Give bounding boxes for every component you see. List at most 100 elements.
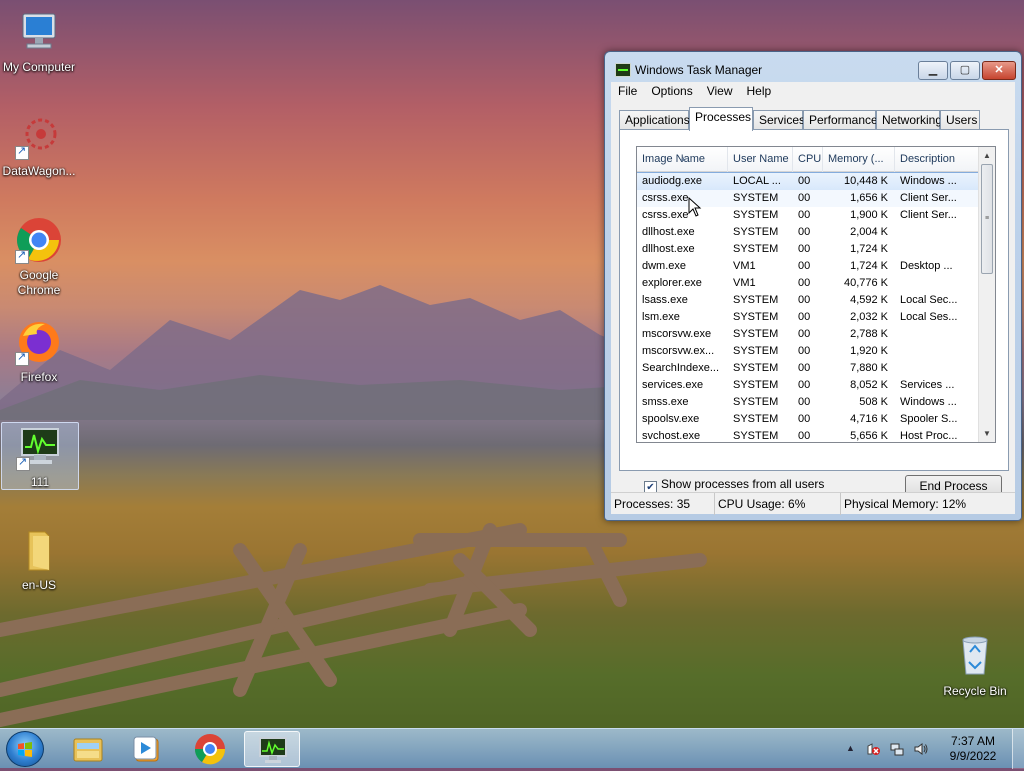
scroll-down-arrow-icon[interactable]: ▼	[979, 425, 995, 442]
show-hidden-icons-arrow[interactable]: ▲	[846, 743, 855, 753]
task-manager-shortcut-icon	[16, 423, 64, 471]
menu-view[interactable]: View	[700, 82, 740, 98]
media-player-icon	[133, 736, 159, 762]
menu-help[interactable]: Help	[740, 82, 779, 98]
tab-applications[interactable]: Applications	[619, 110, 690, 130]
menu-bar: File Options View Help	[611, 82, 1015, 102]
recycle-bin-icon	[951, 632, 999, 680]
taskbar: ▲ 7:37 AM 9/9/2022	[0, 728, 1024, 769]
folder-icon	[15, 526, 63, 574]
table-row[interactable]: svchost.exe SYSTEM 00 5,656 K Host Proc...	[637, 428, 980, 442]
desktop-icon-label: Recycle Bin	[943, 684, 1007, 698]
taskbar-task-manager[interactable]	[244, 731, 300, 767]
taskbar-google-chrome[interactable]	[182, 731, 238, 767]
sort-ascending-icon: ▲	[679, 154, 687, 163]
tab-networking[interactable]: Networking	[876, 110, 942, 130]
tab-users[interactable]: Users	[940, 110, 980, 130]
status-physical-memory: Physical Memory: 12%	[844, 497, 967, 511]
status-processes: Processes: 35	[611, 493, 715, 515]
tab-processes[interactable]: Processes	[689, 107, 753, 131]
desktop-icon-label: My Computer	[2, 60, 76, 74]
shortcut-overlay-icon	[15, 248, 29, 264]
close-button[interactable]: ✕	[982, 61, 1016, 80]
chrome-icon	[15, 216, 63, 264]
system-tray: ▲ 7:37 AM 9/9/2022	[840, 729, 1024, 769]
scroll-up-arrow-icon[interactable]: ▲	[979, 147, 995, 164]
title-bar[interactable]: Windows Task Manager ▁ ▢ ✕	[605, 52, 1021, 82]
shortcut-overlay-icon	[15, 144, 29, 160]
menu-options[interactable]: Options	[644, 82, 699, 98]
windows-logo-icon	[18, 742, 32, 757]
desktop-icon-google-chrome[interactable]: Google Chrome	[0, 216, 78, 298]
shortcut-overlay-icon	[16, 455, 30, 471]
checkbox-label: Show processes from all users	[661, 477, 825, 491]
task-manager-icon	[615, 63, 631, 77]
menu-file[interactable]: File	[611, 82, 644, 98]
desktop-icon-label: en-US	[21, 578, 56, 592]
datawagon-icon	[15, 112, 63, 160]
desktop-icon-datawagon[interactable]: DataWagon...	[0, 112, 78, 179]
action-center-icon[interactable]	[866, 742, 880, 756]
table-row[interactable]: dwm.exe VM1 00 1,724 K Desktop ...	[637, 258, 980, 275]
desktop-icon-label: Firefox	[20, 370, 58, 384]
volume-icon[interactable]	[914, 742, 928, 756]
window-title: Windows Task Manager	[635, 63, 763, 77]
process-list[interactable]: ▲ Image Name User Name CPU Memory (... De…	[636, 146, 996, 443]
window-client-area: Applications Processes Services Performa…	[611, 102, 1015, 498]
table-row[interactable]: mscorsvw.exe SYSTEM 00 2,788 K	[637, 326, 980, 343]
desktop-icon-111[interactable]: 111	[1, 422, 79, 490]
clock[interactable]: 7:37 AM 9/9/2022	[940, 734, 1006, 764]
network-icon[interactable]	[890, 742, 904, 756]
firefox-icon	[15, 318, 63, 366]
desktop-icon-en-us[interactable]: en-US	[0, 526, 78, 593]
column-header-user-name[interactable]: User Name	[728, 147, 793, 172]
show-desktop-button[interactable]	[1012, 729, 1024, 769]
desktop-icon-label: Google Chrome	[17, 268, 61, 297]
taskbar-windows-explorer[interactable]	[60, 731, 116, 767]
desktop-icon-label: DataWagon...	[2, 164, 76, 178]
table-row[interactable]: services.exe SYSTEM 00 8,052 K Services ...	[637, 377, 980, 394]
scrollbar-thumb[interactable]: ≡	[981, 164, 993, 274]
task-manager-window[interactable]: Windows Task Manager ▁ ▢ ✕ File Options Vi…	[604, 51, 1022, 521]
windows-explorer-icon	[73, 738, 103, 762]
computer-icon	[15, 8, 63, 56]
table-row[interactable]: lsm.exe SYSTEM 00 2,032 K Local Ses...	[637, 309, 980, 326]
desktop-icon-my-computer[interactable]: My Computer	[0, 8, 78, 75]
table-row[interactable]: audiodg.exe LOCAL ... 00 10,448 K Windows ..…	[637, 172, 981, 191]
table-row[interactable]: lsass.exe SYSTEM 00 4,592 K Local Sec...	[637, 292, 980, 309]
desktop-icon-firefox[interactable]: Firefox	[0, 318, 78, 385]
wallpaper-fence	[0, 523, 707, 727]
table-row[interactable]: mscorsvw.ex... SYSTEM 00 1,920 K	[637, 343, 980, 360]
column-header-cpu[interactable]: CPU	[793, 147, 823, 172]
column-header-row: ▲ Image Name User Name CPU Memory (... De…	[637, 147, 980, 172]
clock-date: 9/9/2022	[949, 749, 997, 763]
taskbar-media-player[interactable]	[120, 731, 176, 767]
status-bar: Processes: 35 CPU Usage: 6% Physical Mem…	[611, 492, 1015, 515]
mouse-cursor-icon	[688, 197, 702, 217]
shortcut-overlay-icon	[15, 350, 29, 366]
status-cpu-usage: CPU Usage: 6%	[715, 493, 841, 515]
column-header-description[interactable]: Description	[895, 147, 980, 172]
tab-performance[interactable]: Performance	[803, 110, 878, 130]
minimize-button[interactable]: ▁	[918, 61, 948, 80]
column-header-memory[interactable]: Memory (...	[823, 147, 895, 172]
start-button[interactable]	[6, 731, 44, 767]
grip-icon: ≡	[985, 215, 990, 222]
wallpaper-mountains	[0, 285, 640, 420]
desktop-icon-label: 111	[30, 475, 50, 489]
maximize-button[interactable]: ▢	[950, 61, 980, 80]
chrome-icon	[194, 734, 226, 765]
table-row[interactable]: SearchIndexe... SYSTEM 00 7,880 K	[637, 360, 980, 377]
vertical-scrollbar[interactable]: ▲ ≡ ▼	[978, 147, 995, 442]
desktop-icon-recycle-bin[interactable]: Recycle Bin	[936, 632, 1014, 699]
clock-time: 7:37 AM	[950, 734, 996, 748]
processes-panel: ▲ Image Name User Name CPU Memory (... De…	[619, 129, 1009, 498]
column-header-image-name[interactable]: ▲ Image Name	[637, 147, 728, 172]
table-row[interactable]: spoolsv.exe SYSTEM 00 4,716 K Spooler S...	[637, 411, 980, 428]
table-row[interactable]: explorer.exe VM1 00 40,776 K	[637, 275, 980, 292]
task-manager-icon	[259, 737, 287, 763]
table-row[interactable]: dllhost.exe SYSTEM 00 2,004 K	[637, 224, 980, 241]
table-row[interactable]: dllhost.exe SYSTEM 00 1,724 K	[637, 241, 980, 258]
table-row[interactable]: smss.exe SYSTEM 00 508 K Windows ...	[637, 394, 980, 411]
tab-services[interactable]: Services	[753, 110, 805, 130]
